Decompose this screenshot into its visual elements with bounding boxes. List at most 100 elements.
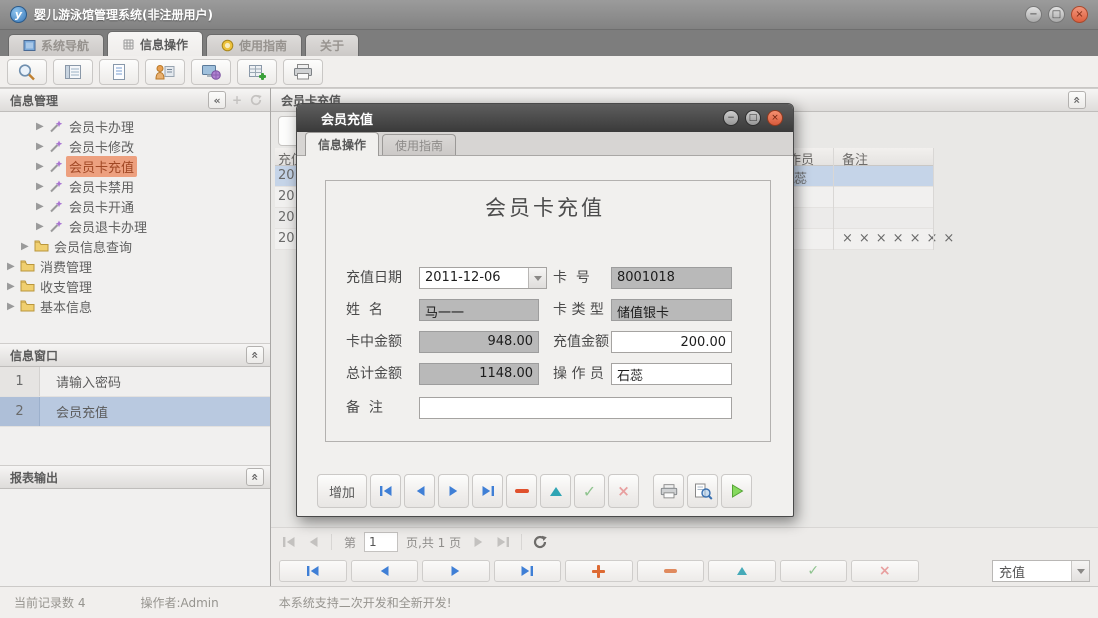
maximize-button[interactable]: □	[1048, 6, 1065, 23]
nav-edit-button[interactable]	[708, 560, 776, 582]
expand-arrow-icon[interactable]: ▶	[7, 281, 20, 292]
tree-item[interactable]: ▶ 基本信息	[0, 296, 270, 316]
tree-item[interactable]: ▶ 会员卡办理	[0, 116, 270, 136]
tree-item-label[interactable]: 会员卡开通	[66, 196, 137, 217]
operator-input[interactable]	[611, 363, 732, 385]
cancel-record-button[interactable]: ×	[608, 474, 639, 508]
tree-item[interactable]: ▶ 消费管理	[0, 256, 270, 276]
tab-system-nav[interactable]: 系统导航	[8, 34, 104, 56]
print-preview-button[interactable]	[687, 474, 718, 508]
edit-icon	[737, 567, 747, 575]
member-report-button[interactable]	[145, 59, 185, 85]
dialog-close-button[interactable]: ×	[767, 110, 783, 126]
date-dropdown-button[interactable]	[528, 268, 546, 288]
expand-arrow-icon[interactable]: ▶	[36, 121, 49, 132]
row-label[interactable]: 会员充值	[40, 402, 108, 421]
amount-input[interactable]	[611, 331, 732, 353]
last-record-button[interactable]	[472, 474, 503, 508]
minimize-button[interactable]: −	[1025, 6, 1042, 23]
print-button[interactable]	[283, 59, 323, 85]
tree-item[interactable]: ▶ 会员退卡办理	[0, 216, 270, 236]
tab-user-guide[interactable]: 使用指南	[206, 34, 302, 56]
expand-arrow-icon[interactable]: ▶	[36, 181, 49, 192]
info-window-row[interactable]: 2 会员充值	[0, 397, 270, 427]
expand-arrow-icon[interactable]: ▶	[21, 241, 34, 252]
tree-item-label[interactable]: 收支管理	[37, 276, 95, 297]
page-prev-button[interactable]	[303, 532, 323, 552]
nav-prev-button[interactable]	[351, 560, 419, 582]
nav-next-button[interactable]	[422, 560, 490, 582]
collapse-up-button[interactable]: «	[246, 468, 264, 486]
add-button[interactable]: 增加	[317, 474, 367, 508]
next-record-button[interactable]	[438, 474, 469, 508]
form-view-button[interactable]	[53, 59, 93, 85]
tab-about[interactable]: 关于	[305, 34, 359, 56]
post-record-button[interactable]: ✓	[574, 474, 605, 508]
remark-input[interactable]	[419, 397, 732, 419]
edit-record-button[interactable]	[540, 474, 571, 508]
collapse-left-button[interactable]: «	[208, 91, 226, 109]
combo-value: 充值	[993, 562, 1071, 581]
tree-item-label[interactable]: 会员信息查询	[51, 236, 135, 257]
tab-info-operation[interactable]: 信息操作	[107, 31, 203, 56]
collapse-up-button[interactable]: «	[246, 346, 264, 364]
tree-item[interactable]: ▶ 会员卡开通	[0, 196, 270, 216]
nav-last-button[interactable]	[494, 560, 562, 582]
tree-item-label[interactable]: 会员卡禁用	[66, 176, 137, 197]
tree-item-label[interactable]: 会员卡充值	[66, 156, 137, 177]
nav-delete-button[interactable]	[637, 560, 705, 582]
tree-item-label[interactable]: 基本信息	[37, 296, 95, 317]
tree-item[interactable]: ▶ 收支管理	[0, 276, 270, 296]
row-label[interactable]: 请输入密码	[40, 372, 121, 391]
info-window-row[interactable]: 1 请输入密码	[0, 367, 270, 397]
minus-icon	[664, 569, 677, 573]
page-refresh-button[interactable]	[530, 532, 550, 552]
page-last-button[interactable]	[493, 532, 513, 552]
print-button[interactable]	[653, 474, 684, 508]
expand-arrow-icon[interactable]: ▶	[7, 301, 20, 312]
app-logo-icon: y	[10, 6, 27, 23]
expand-arrow-icon[interactable]: ▶	[36, 221, 49, 232]
dialog-titlebar[interactable]: 会员充值 − □ ×	[297, 104, 793, 132]
expand-arrow-icon[interactable]: ▶	[36, 161, 49, 172]
tree-item-label[interactable]: 会员卡修改	[66, 136, 137, 157]
nav-post-button[interactable]: ✓	[780, 560, 848, 582]
record-count: 当前记录数 4	[14, 594, 85, 611]
card-no-label: 卡 号	[553, 267, 590, 287]
expand-arrow-icon[interactable]: ▶	[7, 261, 20, 272]
data-add-button[interactable]	[237, 59, 277, 85]
document-button[interactable]	[99, 59, 139, 85]
dialog-tab-info-operation[interactable]: 信息操作	[305, 132, 379, 156]
first-record-button[interactable]	[370, 474, 401, 508]
dialog-tab-user-guide[interactable]: 使用指南	[382, 134, 456, 155]
tree-item[interactable]: ▶ 会员卡充值	[0, 156, 270, 176]
action-combobox[interactable]: 充值	[992, 560, 1090, 582]
tree-item[interactable]: ▶ 会员卡修改	[0, 136, 270, 156]
search-button[interactable]	[7, 59, 47, 85]
close-button[interactable]: ×	[1071, 6, 1088, 23]
dialog-maximize-button[interactable]: □	[745, 110, 761, 126]
expand-arrow-icon[interactable]: ▶	[36, 141, 49, 152]
dialog-minimize-button[interactable]: −	[723, 110, 739, 126]
tree-item[interactable]: ▶ 会员卡禁用	[0, 176, 270, 196]
combo-dropdown-button[interactable]	[1071, 561, 1089, 581]
tree-item-label[interactable]: 消费管理	[37, 256, 95, 277]
delete-record-button[interactable]	[506, 474, 537, 508]
row-number: 2	[0, 397, 40, 426]
nav-insert-button[interactable]	[565, 560, 633, 582]
nav-first-button[interactable]	[279, 560, 347, 582]
prev-record-button[interactable]	[404, 474, 435, 508]
expand-arrow-icon[interactable]: ▶	[36, 201, 49, 212]
page-number-input[interactable]	[364, 532, 398, 552]
date-combobox[interactable]: 2011-12-06	[419, 267, 547, 289]
check-icon: ✓	[807, 563, 819, 579]
tree-item-label[interactable]: 会员退卡办理	[66, 216, 150, 237]
page-next-button[interactable]	[469, 532, 489, 552]
monitor-button[interactable]	[191, 59, 231, 85]
collapse-up-button[interactable]: «	[1068, 91, 1086, 109]
execute-button[interactable]	[721, 474, 752, 508]
nav-cancel-button[interactable]: ×	[851, 560, 919, 582]
tree-item-label[interactable]: 会员卡办理	[66, 116, 137, 137]
tree-item[interactable]: ▶ 会员信息查询	[0, 236, 270, 256]
page-first-button[interactable]	[279, 532, 299, 552]
